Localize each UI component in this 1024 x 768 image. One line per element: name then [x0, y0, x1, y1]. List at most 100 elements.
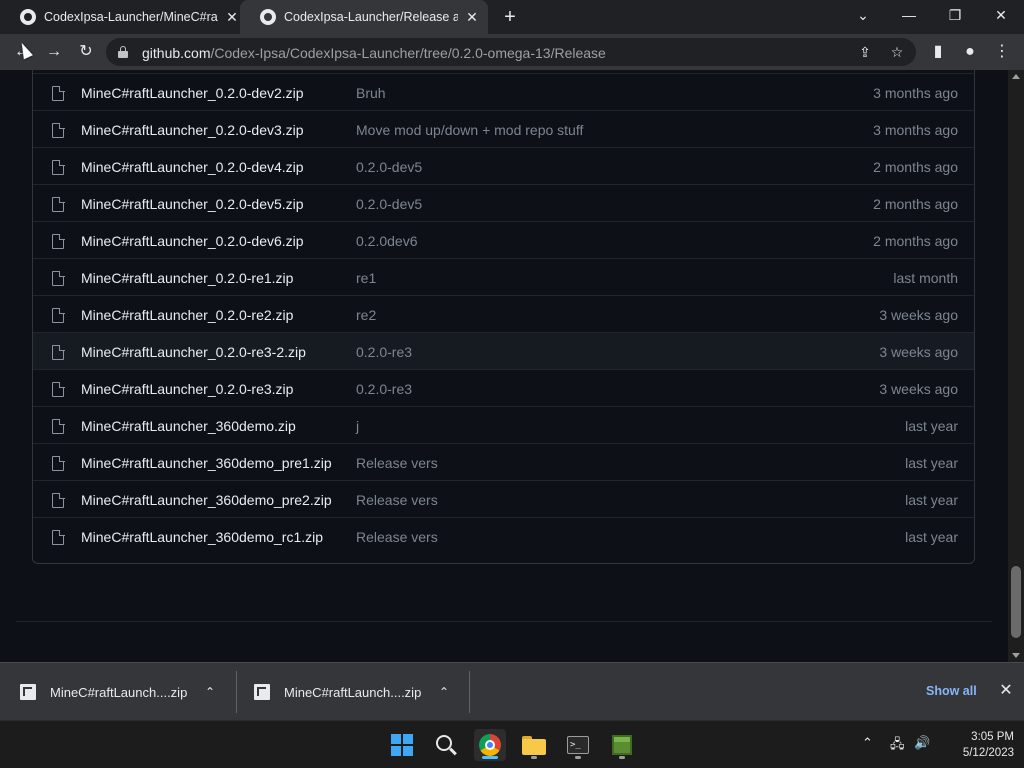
tab-close-icon[interactable]: ✕ [464, 9, 480, 26]
minimize-button[interactable]: — [886, 0, 932, 30]
forward-button[interactable]: → [42, 40, 66, 64]
file-icon [52, 418, 65, 434]
file-row[interactable]: MineC#raftLauncher_360demo_pre1.zip Relea… [33, 443, 974, 480]
file-name-link[interactable]: MineC#raftLauncher_0.2.0-re2.zip [81, 307, 293, 323]
volume-icon[interactable]: 🔊 [914, 735, 930, 751]
file-name-link[interactable]: MineC#raftLauncher_0.2.0-dev2.zip [81, 85, 304, 101]
commit-message-link[interactable]: 0.2.0dev6 [356, 233, 418, 249]
file-name-link[interactable]: MineC#raftLauncher_360demo.zip [81, 418, 296, 434]
commit-message-link[interactable]: re2 [356, 307, 376, 323]
close-shelf-icon[interactable]: ✕ [996, 681, 1016, 701]
file-icon [52, 344, 65, 360]
page-scrollbar[interactable] [1008, 70, 1024, 662]
file-row[interactable]: MineC#raftLauncher_360demo_rc1.zip Releas… [33, 517, 974, 554]
file-name-link[interactable]: MineC#raftLauncher_360demo_pre2.zip [81, 492, 332, 508]
download-item[interactable]: MineC#raftLaunch....zip ⌃ [254, 663, 454, 721]
new-tab-button[interactable]: + [498, 5, 522, 29]
file-row[interactable]: MineC#raftLauncher_0.2.0-re3.zip 0.2.0-re… [33, 369, 974, 406]
commit-message-link[interactable]: Bruh [356, 85, 386, 101]
download-options-chevron-icon[interactable]: ⌃ [434, 685, 454, 699]
tab-release[interactable]: CodexIpsa-Launcher/Release at 0.2.0-omeg… [240, 0, 488, 34]
zip-file-icon [20, 684, 36, 700]
system-clock[interactable]: 3:05 PM 5/12/2023 [944, 729, 1014, 761]
download-item[interactable]: MineC#raftLaunch....zip ⌃ [20, 663, 220, 721]
url-text[interactable]: github.com/Codex-Ipsa/CodexIpsa-Launcher… [142, 45, 606, 61]
file-row[interactable]: MineC#raftLauncher_360demo_pre2.zip Relea… [33, 480, 974, 517]
file-row[interactable]: MineC#raftLauncher_0.2.0-re1.zip re1 last … [33, 258, 974, 295]
file-row[interactable]: MineC#raftLauncher_360demo.zip j last year [33, 406, 974, 443]
tab-close-icon[interactable]: ✕ [224, 9, 240, 26]
commit-message-link[interactable]: Move mod up/down + mod repo stuff [356, 122, 583, 138]
file-row[interactable]: MineC#raftLauncher_0.2.0-re2.zip re2 3 wee… [33, 295, 974, 332]
file-explorer-icon[interactable] [518, 729, 550, 761]
scroll-down-arrow-icon[interactable] [1012, 653, 1020, 658]
commit-message-link[interactable]: 0.2.0-re3 [356, 381, 412, 397]
commit-age: last year [905, 455, 958, 471]
commit-age: 2 months ago [873, 233, 958, 249]
address-bar[interactable]: github.com/Codex-Ipsa/CodexIpsa-Launcher… [106, 38, 916, 66]
profile-icon[interactable]: ● [958, 40, 982, 64]
commit-message-link[interactable]: re1 [356, 270, 376, 286]
file-name-link[interactable]: MineC#raftLauncher_0.2.0-re3-2.zip [81, 344, 306, 360]
file-row[interactable]: MineC#raftLauncher_0.2.0-dev4.zip 0.2.0-d… [33, 147, 974, 184]
file-name-link[interactable]: MineC#raftLauncher_0.2.0-re1.zip [81, 270, 293, 286]
close-window-button[interactable]: ✕ [978, 0, 1024, 30]
commit-message-link[interactable]: Release vers [356, 492, 438, 508]
network-icon[interactable]: 🖧 [890, 735, 905, 757]
tab-repo[interactable]: CodexIpsa-Launcher/MineC#raftLauncher ✕ [0, 0, 250, 34]
download-options-chevron-icon[interactable]: ⌃ [200, 685, 220, 699]
file-icon [52, 233, 65, 249]
commit-message-link[interactable]: Release vers [356, 529, 438, 545]
file-name-link[interactable]: MineC#raftLauncher_360demo_rc1.zip [81, 529, 323, 545]
file-icon [52, 381, 65, 397]
file-icon [52, 529, 65, 545]
file-name-link[interactable]: MineC#raftLauncher_0.2.0-dev3.zip [81, 122, 304, 138]
commit-message-link[interactable]: Release vers [356, 455, 438, 471]
tab-title: CodexIpsa-Launcher/MineC#raftLauncher [44, 10, 218, 24]
commit-age: last year [905, 492, 958, 508]
search-icon[interactable] [430, 729, 462, 761]
minecraft-launcher-icon[interactable] [606, 729, 638, 761]
scroll-thumb[interactable] [1011, 566, 1021, 638]
windows-taskbar: >_ ⌃ 🖧 🔊 3:05 PM 5/12/2023 [0, 720, 1024, 768]
file-name-link[interactable]: MineC#raftLauncher_360demo_pre1.zip [81, 455, 332, 471]
commit-age: last year [905, 529, 958, 545]
commit-message-link[interactable]: 0.2.0-re3 [356, 344, 412, 360]
file-icon [52, 307, 65, 323]
download-filename: MineC#raftLaunch....zip [50, 684, 188, 700]
commit-age: 3 weeks ago [879, 344, 958, 360]
bookmark-star-icon[interactable]: ☆ [888, 43, 906, 61]
file-row[interactable]: MineC#raftLauncher_0.2.0-re3-2.zip 0.2.0-… [33, 332, 974, 369]
file-name-link[interactable]: MineC#raftLauncher_0.2.0-dev4.zip [81, 159, 304, 175]
terminal-icon[interactable]: >_ [562, 729, 594, 761]
restore-button[interactable]: ❐ [932, 0, 978, 30]
screen: CodexIpsa-Launcher/MineC#raftLauncher ✕ … [0, 0, 1024, 768]
commit-age: 3 weeks ago [879, 381, 958, 397]
scroll-up-arrow-icon[interactable] [1012, 74, 1020, 79]
start-icon[interactable] [386, 729, 418, 761]
file-name-link[interactable]: MineC#raftLauncher_0.2.0-dev6.zip [81, 233, 304, 249]
file-row[interactable]: MineC#raftLauncher_0.2.0-dev2.zip Bruh 3 m… [33, 73, 974, 110]
file-row[interactable]: MineC#raftLauncher_0.2.0-dev6.zip 0.2.0de… [33, 221, 974, 258]
commit-message-link[interactable]: 0.2.0-dev5 [356, 196, 422, 212]
reload-button[interactable]: ↻ [74, 40, 98, 64]
tab-strip: CodexIpsa-Launcher/MineC#raftLauncher ✕ … [0, 0, 1024, 34]
file-icon [52, 122, 65, 138]
file-row[interactable]: MineC#raftLauncher_0.2.0-dev3.zip Move mo… [33, 110, 974, 147]
lock-icon[interactable] [118, 46, 128, 58]
commit-age: 3 months ago [873, 122, 958, 138]
file-name-link[interactable]: MineC#raftLauncher_0.2.0-re3.zip [81, 381, 293, 397]
file-name-link[interactable]: MineC#raftLauncher_0.2.0-dev5.zip [81, 196, 304, 212]
chrome-menu-icon[interactable]: ⋮ [990, 40, 1014, 64]
tray-overflow-chevron-icon[interactable]: ⌃ [862, 735, 873, 751]
share-icon[interactable]: ⇪ [856, 43, 874, 61]
commit-message-link[interactable]: j [356, 418, 359, 434]
file-row[interactable]: MineC#raftLauncher_0.2.0-dev5.zip 0.2.0-d… [33, 184, 974, 221]
side-panel-icon[interactable]: ▮ [926, 40, 950, 64]
commit-age: last month [893, 270, 958, 286]
tab-search-button[interactable]: ⌄ [840, 0, 886, 30]
file-icon [52, 270, 65, 286]
show-all-downloads-button[interactable]: Show all [926, 684, 977, 698]
commit-message-link[interactable]: 0.2.0-dev5 [356, 159, 422, 175]
chrome-icon[interactable] [474, 729, 506, 761]
